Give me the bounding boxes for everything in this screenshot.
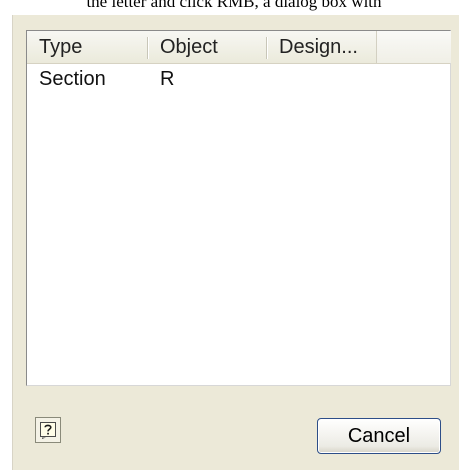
column-header-object[interactable]: Object [148,31,266,63]
table-row[interactable]: Section R [27,66,450,92]
dialog-window: Type Object Design... Section R Cancel [12,15,459,470]
cell-object: R [160,68,175,90]
help-button[interactable] [35,417,61,443]
help-icon [40,422,56,439]
cell-type: Section [39,68,106,90]
background-document-text: the letter and click RMB, a dialog box w… [86,0,382,11]
header-filler [376,31,451,63]
list-header: Type Object Design... [27,31,451,64]
objects-list-view[interactable]: Type Object Design... Section R [26,30,451,386]
cancel-button[interactable]: Cancel [317,418,441,454]
column-header-design[interactable]: Design... [267,31,376,63]
column-header-type[interactable]: Type [27,31,147,63]
